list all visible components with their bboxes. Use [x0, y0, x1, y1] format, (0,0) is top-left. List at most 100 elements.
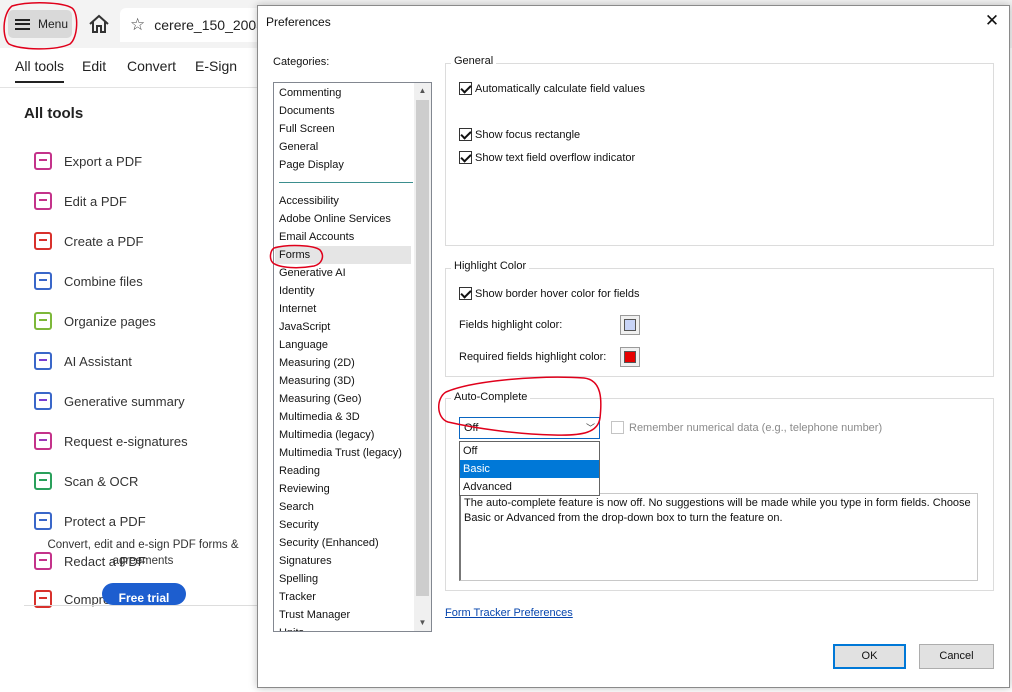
categories-list[interactable]: Commenting Documents Full Screen General…	[273, 82, 432, 632]
scroll-up-icon[interactable]: ▲	[414, 83, 431, 99]
tool-protect-pdf[interactable]: Protect a PDF	[34, 509, 146, 533]
hamburger-icon	[15, 18, 30, 30]
auto-complete-dropdown-list[interactable]: Off Basic Advanced	[459, 441, 600, 496]
tab-convert[interactable]: Convert	[127, 58, 176, 74]
form-tracker-preferences-link[interactable]: Form Tracker Preferences	[445, 607, 573, 619]
tool-label: Organize pages	[64, 313, 156, 329]
auto-complete-description: The auto-complete feature is now off. No…	[459, 493, 978, 581]
category-item[interactable]: General	[279, 138, 318, 156]
tool-scan-ocr[interactable]: Scan & OCR	[34, 469, 138, 493]
tool-label: Protect a PDF	[64, 513, 146, 529]
category-item[interactable]: Multimedia Trust (legacy)	[279, 444, 402, 462]
option-off[interactable]: Off	[460, 442, 599, 460]
category-item[interactable]: Documents	[279, 102, 335, 120]
category-item[interactable]: Multimedia (legacy)	[279, 426, 374, 444]
cancel-button[interactable]: Cancel	[919, 644, 994, 669]
category-item[interactable]: Measuring (Geo)	[279, 390, 362, 408]
tool-generative-summary[interactable]: Generative summary	[34, 389, 185, 413]
star-icon[interactable]: ☆	[130, 15, 145, 35]
tab-all-tools[interactable]: All tools	[15, 58, 65, 83]
checkbox-checked[interactable]	[459, 82, 472, 95]
category-item[interactable]: Measuring (2D)	[279, 354, 355, 372]
category-item[interactable]: Email Accounts	[279, 228, 354, 246]
tool-combine-files[interactable]: Combine files	[34, 269, 143, 293]
category-item[interactable]: Reading	[279, 462, 320, 480]
category-item[interactable]: Adobe Online Services	[279, 210, 391, 228]
category-separator	[279, 182, 413, 183]
tool-label: Edit a PDF	[64, 193, 127, 209]
categories-scrollbar[interactable]: ▲ ▼	[414, 83, 431, 631]
category-item[interactable]: Signatures	[279, 552, 332, 570]
option-advanced[interactable]: Advanced	[460, 478, 599, 496]
category-item[interactable]: Reviewing	[279, 480, 330, 498]
menu-label: Menu	[38, 17, 69, 31]
category-item[interactable]: Page Display	[279, 156, 344, 174]
ok-button[interactable]: OK	[833, 644, 906, 669]
checkbox-label: Show focus rectangle	[475, 128, 581, 141]
auto-complete-select[interactable]: Off ﹀	[459, 417, 600, 439]
scroll-down-icon[interactable]: ▼	[414, 615, 431, 631]
chevron-down-icon: ﹀	[585, 423, 595, 433]
ai-assistant-icon	[34, 352, 52, 370]
category-item[interactable]: Identity	[279, 282, 314, 300]
show-border-hover-checkbox[interactable]: Show border hover color for fields	[459, 287, 639, 300]
tool-export-pdf[interactable]: Export a PDF	[34, 149, 142, 173]
checkbox-checked[interactable]	[459, 287, 472, 300]
checkbox-checked[interactable]	[459, 151, 472, 164]
tool-label: Scan & OCR	[64, 473, 139, 489]
scroll-thumb[interactable]	[416, 100, 429, 596]
tool-ai-assistant[interactable]: AI Assistant	[34, 349, 132, 373]
category-item[interactable]: Generative AI	[279, 264, 346, 282]
tool-request-esignatures[interactable]: Request e-signatures	[34, 429, 188, 453]
divider	[24, 605, 258, 606]
auto-calculate-checkbox[interactable]: Automatically calculate field values	[459, 82, 645, 95]
fields-highlight-color-label: Fields highlight color:	[459, 319, 563, 331]
tab-esign[interactable]: E-Sign	[195, 58, 237, 74]
export-pdf-icon	[34, 152, 52, 170]
required-highlight-color-label: Required fields highlight color:	[459, 351, 607, 363]
checkbox-label: Show text field overflow indicator	[475, 151, 636, 164]
category-item[interactable]: Commenting	[279, 84, 341, 102]
checkbox-label: Remember numerical data (e.g., telephone…	[629, 421, 883, 434]
category-item-forms[interactable]: Forms	[275, 246, 411, 264]
tab-edit[interactable]: Edit	[82, 58, 106, 74]
category-item[interactable]: Multimedia & 3D	[279, 408, 360, 426]
category-item[interactable]: Search	[279, 498, 314, 516]
protect-pdf-icon	[34, 512, 52, 530]
category-item[interactable]: Security (Enhanced)	[279, 534, 379, 552]
category-item[interactable]: Accessibility	[279, 192, 339, 210]
scan-ocr-icon	[34, 472, 52, 490]
checkbox-unchecked[interactable]	[611, 421, 624, 434]
home-icon[interactable]	[88, 14, 110, 34]
required-highlight-color-picker[interactable]	[620, 347, 640, 367]
category-item[interactable]: Measuring (3D)	[279, 372, 355, 390]
category-item[interactable]: Internet	[279, 300, 316, 318]
categories-label: Categories:	[273, 56, 330, 68]
free-trial-button[interactable]: Free trial	[102, 583, 186, 605]
category-item[interactable]: Units	[279, 624, 304, 631]
category-item[interactable]: Full Screen	[279, 120, 335, 138]
dialog-title: Preferences	[266, 15, 331, 29]
menu-button[interactable]: Menu	[8, 10, 72, 38]
category-item[interactable]: Security	[279, 516, 319, 534]
category-item[interactable]: Language	[279, 336, 328, 354]
fields-highlight-color-picker[interactable]	[620, 315, 640, 335]
category-item[interactable]: Spelling	[279, 570, 318, 588]
category-item[interactable]: Tracker	[279, 588, 316, 606]
document-tab[interactable]: ☆ cerere_150_2008.p	[120, 8, 276, 42]
tool-create-pdf[interactable]: Create a PDF	[34, 229, 143, 253]
close-icon[interactable]: ✕	[983, 12, 1001, 30]
tool-label: AI Assistant	[64, 353, 132, 369]
category-item[interactable]: Trust Manager	[279, 606, 350, 624]
show-focus-checkbox[interactable]: Show focus rectangle	[459, 128, 580, 141]
category-item[interactable]: JavaScript	[279, 318, 330, 336]
remember-numerical-checkbox[interactable]: Remember numerical data (e.g., telephone…	[611, 421, 882, 434]
tool-edit-pdf[interactable]: Edit a PDF	[34, 189, 127, 213]
show-overflow-checkbox[interactable]: Show text field overflow indicator	[459, 151, 635, 164]
tool-label: Create a PDF	[64, 233, 144, 249]
tool-organize-pages[interactable]: Organize pages	[34, 309, 156, 333]
app-tabs: All tools Edit Convert E-Sign	[0, 48, 258, 88]
create-pdf-icon	[34, 232, 52, 250]
checkbox-checked[interactable]	[459, 128, 472, 141]
option-basic[interactable]: Basic	[460, 460, 599, 478]
